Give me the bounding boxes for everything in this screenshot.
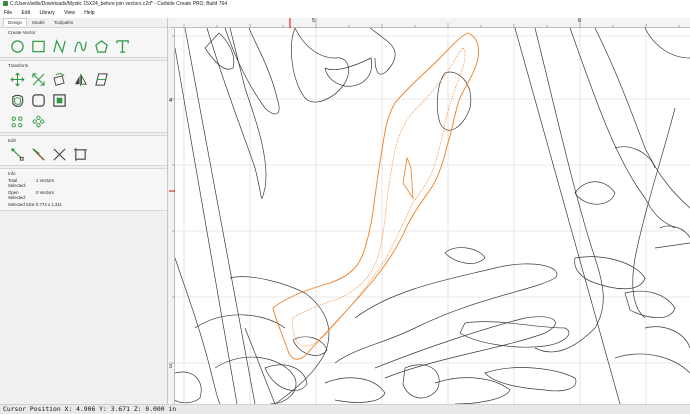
- cursor-position-text: Cursor Position X: 4.906 Y: 3.671 Z: 0.0…: [3, 405, 177, 413]
- tab-model[interactable]: Model: [28, 18, 48, 27]
- app-window: C:/Users/wills/Downloads/Mystic 15X24_be…: [0, 0, 690, 414]
- total-selected-label: Total Selected:: [8, 178, 26, 188]
- transform-title: Transform: [8, 63, 29, 68]
- rotate-icon[interactable]: [50, 71, 68, 87]
- vector-drawing[interactable]: [175, 28, 690, 404]
- selected-size-value: 0.774 x 1.311: [36, 202, 62, 207]
- text-icon[interactable]: [113, 38, 131, 54]
- menu-library[interactable]: Library: [35, 9, 58, 18]
- skew-icon[interactable]: [92, 71, 110, 87]
- open-selected-value: 0 Vectors: [36, 190, 54, 195]
- fillet-icon[interactable]: [29, 92, 47, 108]
- create-vector-title: Create Vector: [8, 30, 36, 35]
- bounding-box-icon[interactable]: [71, 146, 89, 162]
- move-icon[interactable]: [8, 71, 26, 87]
- horizontal-ruler: 5 6: [169, 18, 690, 28]
- selected-vector: [272, 32, 479, 360]
- unselected-vectors: [175, 28, 690, 404]
- rectangle-icon[interactable]: [29, 38, 47, 54]
- polyline-icon[interactable]: [50, 38, 68, 54]
- circle-icon[interactable]: [8, 38, 26, 54]
- grid-lines: [175, 28, 690, 404]
- ruler-label-5: 5: [312, 18, 316, 24]
- boolean-icon[interactable]: [50, 92, 68, 108]
- polygon-icon[interactable]: [92, 38, 110, 54]
- app-logo-icon: [3, 0, 8, 6]
- status-bar: Cursor Position X: 4.906 Y: 3.671 Z: 0.0…: [0, 404, 690, 414]
- selected-size-label: Selected Size:: [8, 202, 36, 207]
- menu-view[interactable]: View: [60, 9, 79, 18]
- design-panel: Design Model Toolpaths Create Vector Tra…: [0, 18, 168, 404]
- edit-title: Edit: [8, 138, 16, 143]
- offset-icon[interactable]: [8, 92, 26, 108]
- info-group: Info Total Selected: 1 Vectors Open Selec…: [0, 168, 167, 211]
- panel-tabs: Design Model Toolpaths: [0, 18, 167, 27]
- menu-file[interactable]: File: [0, 9, 16, 18]
- group-dots-icon[interactable]: [29, 113, 47, 129]
- mirror-icon[interactable]: [71, 71, 89, 87]
- edit-group: Edit: [0, 135, 167, 166]
- trim-icon[interactable]: [50, 146, 68, 162]
- tab-design[interactable]: Design: [3, 18, 28, 26]
- create-vector-group: Create Vector: [0, 27, 167, 58]
- ruler-label-4: 4: [169, 98, 173, 104]
- menu-bar: File Edit Library View Help: [0, 9, 690, 18]
- curve-icon[interactable]: [71, 38, 89, 54]
- menu-help[interactable]: Help: [80, 9, 98, 18]
- knife-icon[interactable]: [29, 146, 47, 162]
- open-selected-label: Open Selected:: [8, 190, 26, 200]
- info-title: Info: [8, 171, 16, 176]
- menu-edit[interactable]: Edit: [17, 9, 34, 18]
- ruler-label-6: 6: [578, 18, 582, 24]
- window-title: C:/Users/wills/Downloads/Mystic 15X24_be…: [10, 1, 228, 7]
- align-center-icon[interactable]: [8, 113, 26, 129]
- node-edit-icon[interactable]: [8, 146, 26, 162]
- total-selected-value: 1 Vectors: [36, 178, 54, 183]
- transform-group: Transform: [0, 60, 167, 133]
- ruler-label-3: 3: [169, 364, 173, 370]
- scale-icon[interactable]: [29, 71, 47, 87]
- tab-toolpaths[interactable]: Toolpaths: [50, 18, 77, 27]
- title-bar: C:/Users/wills/Downloads/Mystic 15X24_be…: [0, 0, 690, 9]
- design-canvas-area[interactable]: 5 6 4 3: [169, 18, 690, 404]
